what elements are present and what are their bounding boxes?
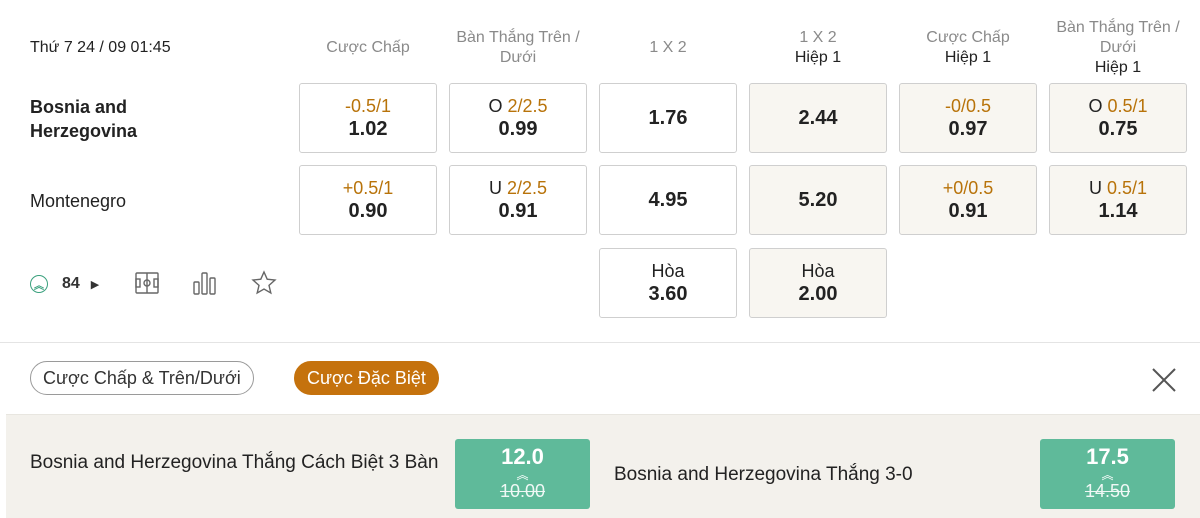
special-bet-odds-button[interactable]: 17.5 ︽ 14.50 bbox=[1040, 439, 1175, 509]
draw-label: Hòa bbox=[651, 261, 685, 281]
total-line: 0.5/1 bbox=[1107, 96, 1148, 116]
total-side: O bbox=[488, 96, 503, 116]
market-count: 84 bbox=[62, 275, 80, 292]
draw-1x2-h1-odds[interactable]: Hòa 2.00 bbox=[749, 248, 887, 318]
away-total-odds[interactable]: U 2/2.5 0.91 bbox=[449, 165, 587, 235]
close-icon[interactable] bbox=[1150, 366, 1178, 394]
away-handicap-odds[interactable]: +0.5/1 0.90 bbox=[299, 165, 437, 235]
tab-handicap-total[interactable]: Cược Chấp & Trên/Dưới bbox=[30, 361, 254, 395]
col-handicap-header: Cược Chấp bbox=[299, 38, 437, 58]
home-1x2-odds[interactable]: 1.76 bbox=[599, 83, 737, 153]
more-markets-button[interactable]: ︽ 84 ▶ bbox=[30, 270, 99, 298]
col-1x2-h1-header: 1 X 2 Hiệp 1 bbox=[749, 28, 887, 68]
col-title: Cược Chấp bbox=[926, 29, 1010, 46]
field-icon[interactable] bbox=[134, 270, 160, 296]
boost-arrow-icon: ︽ bbox=[1101, 468, 1114, 482]
total-side: U bbox=[488, 178, 502, 198]
away-team-name: Montenegro bbox=[30, 191, 127, 211]
bar-chart-icon[interactable] bbox=[192, 270, 218, 296]
col-subtitle: Hiệp 1 bbox=[794, 49, 842, 66]
odds-value: 4.95 bbox=[648, 189, 688, 211]
boosted-odds: 17.5 bbox=[1086, 444, 1129, 469]
total-line: 2/2.5 bbox=[507, 96, 548, 116]
col-total-header: Bàn Thắng Trên / Dưới bbox=[449, 28, 587, 68]
home-total-h1-odds[interactable]: O 0.5/1 0.75 bbox=[1049, 83, 1187, 153]
odds-value: 2.00 bbox=[798, 283, 838, 305]
odds-value: 1.76 bbox=[648, 107, 688, 129]
draw-label: Hòa bbox=[801, 261, 835, 281]
col-handicap-h1-header: Cược Chấp Hiệp 1 bbox=[899, 28, 1037, 68]
odds-value: 1.02 bbox=[348, 118, 388, 140]
odds-value: 0.91 bbox=[948, 200, 988, 222]
tab-special-bets[interactable]: Cược Đặc Biệt bbox=[294, 361, 439, 395]
total-line: 2/2.5 bbox=[506, 178, 548, 198]
col-subtitle: Hiệp 1 bbox=[1094, 59, 1142, 76]
original-odds: 10.00 bbox=[499, 481, 546, 501]
boosted-odds: 12.0 bbox=[501, 444, 544, 469]
odds-value: 1.14 bbox=[1098, 200, 1138, 222]
total-side: O bbox=[1088, 96, 1103, 116]
odds-value: 0.97 bbox=[948, 118, 988, 140]
home-total-odds[interactable]: O 2/2.5 0.99 bbox=[449, 83, 587, 153]
col-1x2-header: 1 X 2 bbox=[599, 38, 737, 58]
draw-1x2-odds[interactable]: Hòa 3.60 bbox=[599, 248, 737, 318]
home-team-name: Bosnia and Herzegovina bbox=[30, 97, 138, 141]
section-divider bbox=[0, 342, 1200, 343]
home-handicap-h1-odds[interactable]: -0/0.5 0.97 bbox=[899, 83, 1037, 153]
odds-value: 0.75 bbox=[1098, 118, 1138, 140]
col-title: Bàn Thắng Trên / Dưới bbox=[1056, 19, 1180, 56]
odds-value: 2.44 bbox=[798, 107, 838, 129]
col-total-h1-header: Bàn Thắng Trên / Dưới Hiệp 1 bbox=[1049, 18, 1187, 78]
original-odds: 14.50 bbox=[1084, 481, 1131, 501]
handicap-line: +0/0.5 bbox=[942, 178, 994, 198]
special-bet-label: Bosnia and Herzegovina Thắng Cách Biệt 3… bbox=[30, 452, 439, 473]
col-title: 1 X 2 bbox=[649, 39, 687, 56]
away-1x2-h1-odds[interactable]: 5.20 bbox=[749, 165, 887, 235]
away-total-h1-odds[interactable]: U 0.5/1 1.14 bbox=[1049, 165, 1187, 235]
away-1x2-odds[interactable]: 4.95 bbox=[599, 165, 737, 235]
odds-value: 5.20 bbox=[798, 189, 838, 211]
col-subtitle: Hiệp 1 bbox=[944, 49, 992, 66]
col-title: Cược Chấp bbox=[326, 39, 410, 56]
col-title: 1 X 2 bbox=[799, 29, 837, 46]
home-handicap-odds[interactable]: -0.5/1 1.02 bbox=[299, 83, 437, 153]
double-chevron-up-icon: ︽ bbox=[30, 275, 48, 293]
handicap-line: -0/0.5 bbox=[944, 96, 992, 116]
col-title: Bàn Thắng Trên / Dưới bbox=[456, 29, 580, 66]
away-handicap-h1-odds[interactable]: +0/0.5 0.91 bbox=[899, 165, 1037, 235]
handicap-line: -0.5/1 bbox=[344, 96, 392, 116]
match-datetime: Thứ 7 24 / 09 01:45 bbox=[30, 39, 171, 56]
total-side: U bbox=[1088, 178, 1102, 198]
caret-right-icon: ▶ bbox=[90, 278, 100, 291]
total-line: 0.5/1 bbox=[1106, 178, 1148, 198]
boost-arrow-icon: ︽ bbox=[516, 468, 529, 482]
star-icon[interactable] bbox=[251, 270, 277, 296]
special-bet-label: Bosnia and Herzegovina Thắng 3-0 bbox=[614, 464, 913, 485]
odds-value: 0.90 bbox=[348, 200, 388, 222]
odds-value: 0.91 bbox=[498, 200, 538, 222]
home-1x2-h1-odds[interactable]: 2.44 bbox=[749, 83, 887, 153]
odds-value: 3.60 bbox=[648, 283, 688, 305]
odds-value: 0.99 bbox=[498, 118, 538, 140]
special-bet-odds-button[interactable]: 12.0 ︽ 10.00 bbox=[455, 439, 590, 509]
handicap-line: +0.5/1 bbox=[342, 178, 394, 198]
